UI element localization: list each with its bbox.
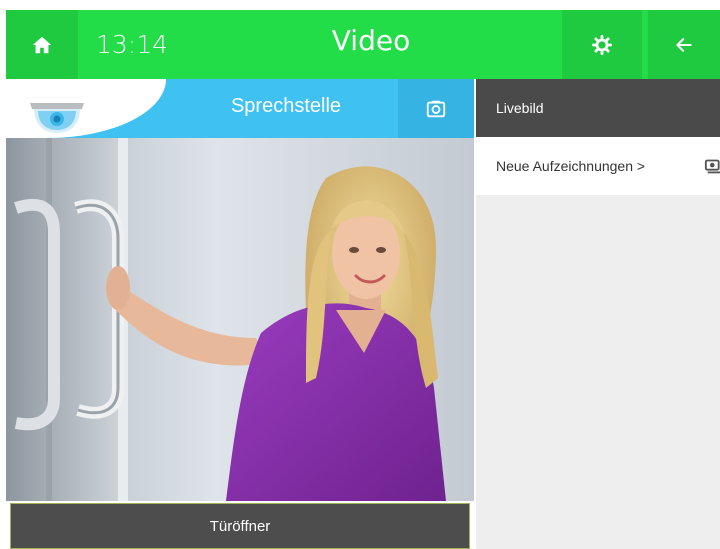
settings-button[interactable]: [562, 10, 642, 79]
video-app: 13:14 Video Sprechstelle Türöffner Liveb…: [0, 0, 720, 549]
clock: 13:14: [96, 30, 169, 59]
camera-logo-icon: [30, 103, 84, 133]
panel-header-title: Sprechstelle: [230, 95, 342, 117]
snapshot-button[interactable]: [398, 79, 474, 138]
livebild-tab[interactable]: Livebild: [476, 79, 720, 137]
door-opener-button[interactable]: Türöffner: [10, 503, 470, 549]
settings-gear-icon: [591, 34, 613, 55]
back-button[interactable]: [648, 10, 720, 79]
side-panel: Livebild Neue Aufzeichnungen >: [476, 79, 720, 549]
new-recordings-link[interactable]: Neue Aufzeichnungen >: [476, 137, 720, 195]
video-still-image: [6, 138, 474, 501]
recording-camera-icon: [704, 159, 720, 174]
video-panel: Sprechstelle Türöffner: [6, 79, 474, 549]
back-arrow-icon: [676, 37, 692, 52]
snapshot-camera-icon: [426, 100, 446, 117]
home-button[interactable]: [6, 10, 78, 79]
live-video-feed: [6, 138, 474, 501]
top-bar: 13:14 Video: [6, 10, 720, 79]
panel-header: Sprechstelle: [6, 79, 474, 138]
new-recordings-label: Neue Aufzeichnungen >: [496, 158, 646, 174]
page-title: Video: [331, 24, 411, 57]
home-icon: [32, 36, 52, 53]
